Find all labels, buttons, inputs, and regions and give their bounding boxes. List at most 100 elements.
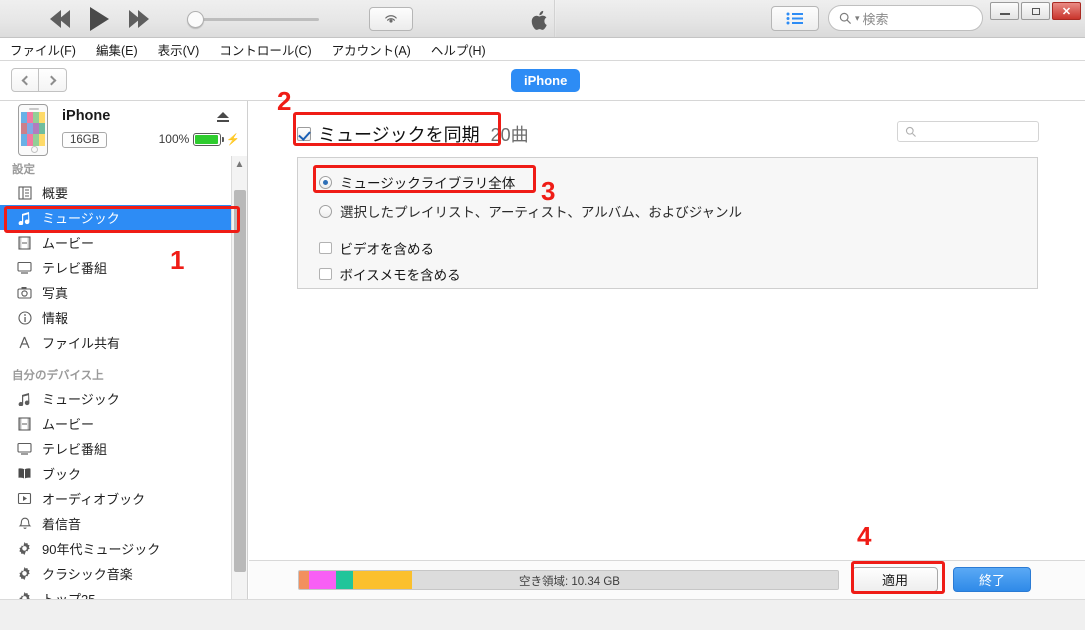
menu-file[interactable]: ファイル(F) xyxy=(10,40,76,59)
eject-icon[interactable] xyxy=(216,110,230,122)
title-bar: ▾ 検索 ✕ xyxy=(0,0,1085,38)
search-icon xyxy=(905,126,916,137)
sidebar-item-summary[interactable]: 概要 xyxy=(0,180,232,205)
menu-controls[interactable]: コントロール(C) xyxy=(219,40,311,59)
sidebar-item-device-tvshows[interactable]: テレビ番組 xyxy=(0,436,232,461)
song-count: 20曲 xyxy=(490,125,529,145)
tab-iphone[interactable]: iPhone xyxy=(511,69,581,92)
sidebar-item-label: ファイル共有 xyxy=(42,336,121,351)
scroll-up-arrow-icon[interactable]: ▲ xyxy=(232,156,247,172)
sidebar-item-label: 着信音 xyxy=(42,517,82,532)
device-header: iPhone 16GB 100% ⚡ xyxy=(0,101,248,156)
phone-home-button xyxy=(31,146,38,153)
include-voice-memos-option[interactable]: ボイスメモを含める xyxy=(298,264,1037,284)
fast-forward-icon[interactable] xyxy=(129,9,149,28)
sidebar-item-books[interactable]: ブック xyxy=(0,461,232,486)
back-button[interactable] xyxy=(11,68,39,92)
tv-icon xyxy=(16,440,33,457)
menu-edit[interactable]: 編集(E) xyxy=(96,40,138,59)
sidebar-scrollbar[interactable]: ▲ ▼ xyxy=(231,156,247,630)
sidebar-item-label: ムービー xyxy=(42,417,95,432)
sidebar: iPhone 16GB 100% ⚡ 設定 概要 ミュージック ムービー テレビ… xyxy=(0,101,248,630)
sidebar-list: 設定 概要 ミュージック ムービー テレビ番組 写真 情報 ファイル共有 自分の… xyxy=(0,156,232,630)
sidebar-item-label: テレビ番組 xyxy=(42,261,108,276)
menu-help[interactable]: ヘルプ(H) xyxy=(431,40,486,59)
entire-library-option[interactable]: ミュージックライブラリ全体 xyxy=(298,172,1037,192)
sidebar-item-90s-music[interactable]: 90年代ミュージック xyxy=(0,536,232,561)
menu-account[interactable]: アカウント(A) xyxy=(332,40,411,59)
sidebar-item-label: オーディオブック xyxy=(42,492,146,507)
forward-button[interactable] xyxy=(39,68,67,92)
chevron-right-icon xyxy=(46,75,56,85)
footer xyxy=(0,599,1085,630)
device-capacity-badge: 16GB xyxy=(62,132,108,148)
sidebar-item-label: 90年代ミュージック xyxy=(42,542,161,557)
sidebar-item-label: テレビ番組 xyxy=(42,442,108,457)
sidebar-item-label: ミュージック xyxy=(42,392,120,407)
sidebar-item-tvshows[interactable]: テレビ番組 xyxy=(0,255,232,280)
volume-knob[interactable] xyxy=(187,10,204,28)
apply-button[interactable]: 適用 xyxy=(852,567,938,592)
nav-buttons xyxy=(11,68,67,92)
sidebar-item-audiobooks[interactable]: オーディオブック xyxy=(0,486,232,511)
navigation-row: iPhone xyxy=(0,61,1085,101)
include-videos-checkbox[interactable] xyxy=(319,241,332,255)
battery-icon xyxy=(193,132,225,146)
sidebar-item-photos[interactable]: 写真 xyxy=(0,280,232,305)
search-input[interactable]: ▾ 検索 xyxy=(828,5,983,31)
list-view-icon[interactable] xyxy=(771,6,819,31)
selected-playlists-label: 選択したプレイリスト、アーティスト、アルバム、およびジャンル xyxy=(340,205,743,220)
tv-icon xyxy=(16,259,33,276)
entire-library-radio[interactable] xyxy=(319,175,332,189)
sync-music-label: ミュージックを同期 xyxy=(318,125,480,145)
camera-icon xyxy=(16,284,33,301)
sidebar-item-ringtones[interactable]: 着信音 xyxy=(0,511,232,536)
sync-music-row: ミュージックを同期 20曲 xyxy=(297,121,529,147)
rewind-icon[interactable] xyxy=(50,9,70,28)
include-voice-memos-label: ボイスメモを含める xyxy=(339,268,461,283)
sidebar-item-label: ムービー xyxy=(42,236,95,251)
info-icon xyxy=(16,309,33,326)
chevron-left-icon xyxy=(21,75,32,85)
selected-playlists-radio[interactable] xyxy=(319,204,332,218)
window-controls: ✕ xyxy=(990,2,1081,20)
done-button[interactable]: 終了 xyxy=(953,567,1031,592)
maximize-button[interactable] xyxy=(1021,2,1050,20)
battery-status: 100% ⚡ xyxy=(159,132,240,146)
phone-speaker xyxy=(29,108,39,110)
include-videos-option[interactable]: ビデオを含める xyxy=(298,238,1037,258)
free-space-label: 空き領域: 10.34 GB xyxy=(519,576,620,588)
sync-music-checkbox[interactable] xyxy=(297,127,311,141)
sidebar-item-music[interactable]: ミュージック xyxy=(0,205,232,230)
sidebar-item-label: ミュージック xyxy=(42,211,120,226)
close-button[interactable]: ✕ xyxy=(1052,2,1081,20)
airplay-icon[interactable] xyxy=(369,6,413,31)
sidebar-item-device-movies[interactable]: ムービー xyxy=(0,411,232,436)
scrollbar-thumb[interactable] xyxy=(234,190,246,572)
play-icon[interactable] xyxy=(90,6,109,31)
sidebar-item-file-sharing[interactable]: ファイル共有 xyxy=(0,330,232,355)
battery-percent: 100% xyxy=(158,132,190,146)
content-search-input[interactable] xyxy=(897,121,1039,142)
sidebar-item-info[interactable]: 情報 xyxy=(0,305,232,330)
volume-slider[interactable] xyxy=(187,10,327,28)
music-note-icon xyxy=(16,390,33,407)
chevron-down-icon: ▾ xyxy=(855,12,860,23)
sidebar-item-movies[interactable]: ムービー xyxy=(0,230,232,255)
entire-library-label: ミュージックライブラリ全体 xyxy=(340,176,516,191)
sidebar-item-label: 概要 xyxy=(42,186,69,201)
book-icon xyxy=(16,465,33,482)
sidebar-item-device-music[interactable]: ミュージック xyxy=(0,386,232,411)
gear-icon xyxy=(16,540,33,557)
sidebar-item-label: 写真 xyxy=(42,286,69,301)
selected-playlists-option[interactable]: 選択したプレイリスト、アーティスト、アルバム、およびジャンル xyxy=(298,201,1037,221)
sidebar-item-classical[interactable]: クラシック音楽 xyxy=(0,561,232,586)
include-voice-memos-checkbox[interactable] xyxy=(319,267,332,281)
minimize-button[interactable] xyxy=(990,2,1019,20)
include-videos-label: ビデオを含める xyxy=(339,242,435,257)
phone-screen-row xyxy=(21,123,45,134)
menu-bar: ファイル(F) 編集(E) 表示(V) コントロール(C) アカウント(A) ヘ… xyxy=(0,38,1085,61)
menu-view[interactable]: 表示(V) xyxy=(158,40,200,59)
file-sharing-icon xyxy=(16,334,33,351)
sidebar-group-settings: 設定 xyxy=(12,164,35,176)
